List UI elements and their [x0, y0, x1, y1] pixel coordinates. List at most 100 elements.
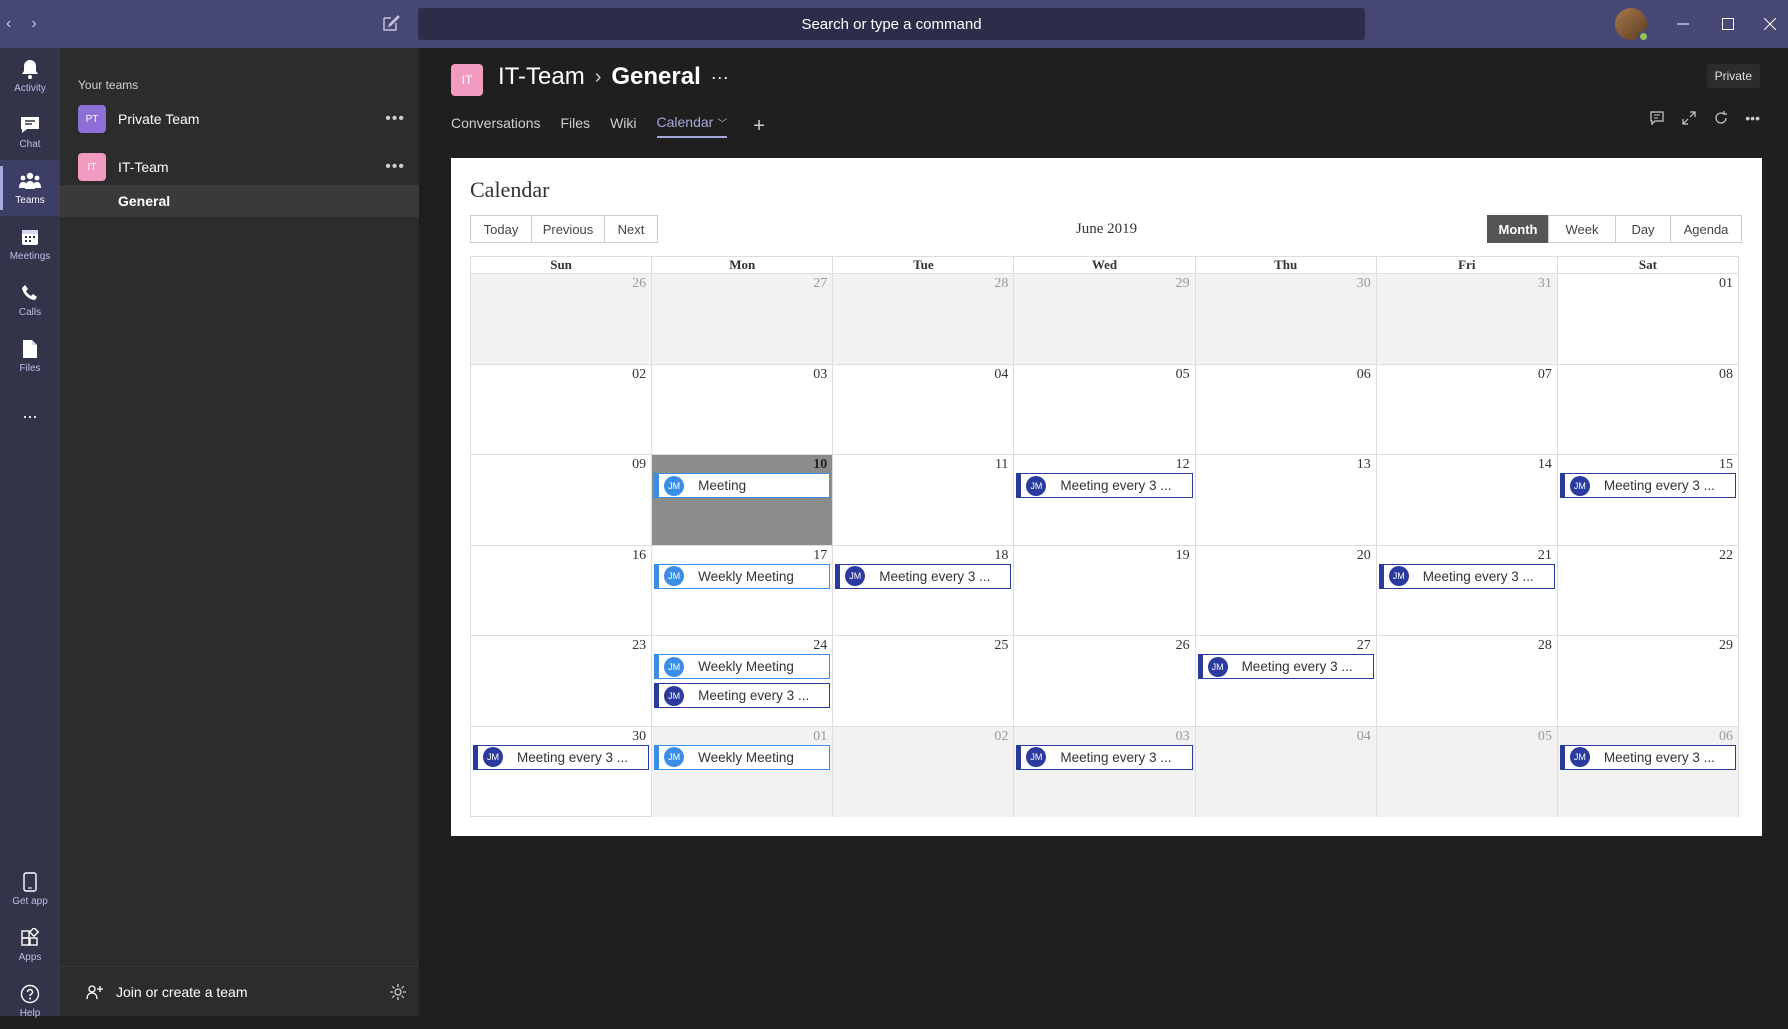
day-cell[interactable]: 26 [1013, 636, 1194, 726]
day-cell[interactable]: 06 [1194, 364, 1376, 454]
rail-teams[interactable]: Teams [0, 160, 60, 216]
day-cell-today[interactable]: 10 JM Meeting [651, 455, 833, 545]
day-cell[interactable]: 27 JM Meeting every 3 ... [1194, 636, 1376, 726]
calendar-event[interactable]: JM Meeting every 3 ... [654, 683, 831, 708]
day-cell[interactable]: 11 [832, 455, 1013, 545]
view-month-button[interactable]: Month [1487, 215, 1549, 243]
add-tab-icon[interactable]: + [753, 115, 765, 138]
rail-apps[interactable]: Apps [0, 917, 60, 973]
rail-get-app[interactable]: Get app [0, 861, 60, 917]
day-cell[interactable]: 01 [1556, 274, 1738, 364]
view-week-button[interactable]: Week [1548, 215, 1616, 243]
calendar-event[interactable]: JM Meeting every 3 ... [835, 563, 1012, 589]
rail-more[interactable]: ... [0, 384, 60, 440]
day-cell[interactable]: 25 [832, 636, 1013, 726]
day-cell[interactable]: 04 [1194, 726, 1376, 817]
tab-wiki[interactable]: Wiki [610, 115, 636, 137]
day-cell[interactable]: 09 [471, 455, 651, 545]
day-cell[interactable]: 22 [1556, 545, 1738, 635]
day-number: 30 [1356, 276, 1371, 291]
day-cell[interactable]: 15 JM Meeting every 3 ... [1556, 455, 1738, 545]
day-cell[interactable]: 14 [1375, 455, 1557, 545]
day-cell[interactable]: 29 [1556, 636, 1738, 726]
day-cell[interactable]: 03 [651, 364, 832, 454]
channel-avatar: IT [451, 64, 483, 96]
day-cell[interactable]: 23 [471, 636, 651, 726]
day-cell[interactable]: 21 JM Meeting every 3 ... [1375, 545, 1557, 635]
day-cell[interactable]: 18 JM Meeting every 3 ... [832, 545, 1013, 635]
calendar-event[interactable]: JM Meeting every 3 ... [1016, 473, 1193, 498]
day-cell[interactable]: 26 [471, 274, 652, 364]
day-cell[interactable]: 30 JM Meeting every 3 ... [471, 727, 651, 818]
minimize-icon[interactable] [1663, 0, 1703, 48]
calendar-event[interactable]: JM Meeting every 3 ... [1378, 563, 1555, 589]
day-cell[interactable]: 05 [1013, 364, 1194, 454]
day-cell[interactable]: 29 [1013, 274, 1195, 364]
expand-icon[interactable] [1681, 110, 1697, 126]
rail-activity[interactable]: Activity [0, 48, 60, 104]
day-cell[interactable]: 12 JM Meeting every 3 ... [1013, 455, 1194, 545]
rail-calls[interactable]: Calls [0, 272, 60, 328]
view-day-button[interactable]: Day [1615, 215, 1671, 243]
chevron-down-icon[interactable]: ﹀ [717, 119, 727, 130]
rail-meetings[interactable]: Meetings [0, 216, 60, 272]
day-cell[interactable]: 03 JM Meeting every 3 ... [1013, 726, 1195, 817]
day-cell[interactable]: 06 JM Meeting every 3 ... [1556, 726, 1738, 817]
forward-icon[interactable]: › [31, 15, 36, 33]
settings-gear-icon[interactable] [389, 983, 407, 1001]
tab-conversations[interactable]: Conversations [451, 115, 541, 137]
calendar-event[interactable]: JM Meeting [654, 473, 831, 498]
day-cell[interactable]: 02 [471, 365, 651, 455]
maximize-icon[interactable] [1708, 0, 1748, 48]
calendar-event[interactable]: JM Meeting every 3 ... [473, 744, 650, 770]
day-cell[interactable]: 24 JM Weekly Meeting JM Meeting every 3 ..… [651, 636, 832, 726]
rail-files[interactable]: Files [0, 328, 60, 384]
rail-chat[interactable]: Chat [0, 104, 60, 160]
day-cell[interactable]: 17 JM Weekly Meeting [651, 545, 832, 635]
day-cell[interactable]: 20 [1194, 545, 1376, 635]
day-cell[interactable]: 05 [1375, 726, 1557, 817]
breadcrumb-team[interactable]: IT-Team [498, 63, 585, 91]
more-options-icon[interactable]: ••• [385, 110, 405, 128]
day-cell[interactable]: 16 [471, 546, 651, 636]
day-cell[interactable]: 30 [1194, 274, 1376, 364]
team-item-it-team[interactable]: IT IT-Team ••• [60, 147, 419, 187]
view-agenda-button[interactable]: Agenda [1670, 215, 1742, 243]
search-input[interactable]: Search or type a command [418, 8, 1365, 40]
day-cell[interactable]: 27 [651, 274, 833, 364]
tab-calendar[interactable]: Calendar ﹀ [656, 114, 728, 138]
day-cell[interactable]: 01 JM Weekly Meeting [651, 726, 833, 817]
day-cell[interactable]: 31 [1375, 274, 1557, 364]
day-cell[interactable]: 04 [832, 364, 1013, 454]
conversation-icon[interactable] [1649, 110, 1665, 126]
rail-help[interactable]: Help [0, 973, 60, 1029]
more-options-icon[interactable]: ••• [385, 158, 405, 176]
calendar-event[interactable]: JM Meeting every 3 ... [1016, 744, 1193, 770]
calendar-event[interactable]: JM Weekly Meeting [654, 654, 831, 679]
weekday-label: Tue [832, 257, 1013, 273]
day-cell[interactable]: 07 [1375, 364, 1557, 454]
more-options-icon[interactable]: ••• [1745, 110, 1760, 126]
calendar-event[interactable]: JM Meeting every 3 ... [1559, 744, 1736, 770]
compose-icon[interactable] [382, 14, 400, 32]
refresh-icon[interactable] [1713, 110, 1729, 126]
back-icon[interactable]: ‹ [6, 15, 11, 33]
your-teams-heading: Your teams [78, 78, 139, 92]
calendar-event[interactable]: JM Weekly Meeting [654, 563, 831, 589]
team-item-private-team[interactable]: PT Private Team ••• [60, 99, 419, 139]
channel-item-general[interactable]: General [60, 185, 419, 217]
tab-files[interactable]: Files [561, 115, 591, 137]
calendar-event[interactable]: JM Meeting every 3 ... [1559, 473, 1736, 498]
day-cell[interactable]: 02 [832, 726, 1014, 817]
day-cell[interactable]: 19 [1013, 545, 1194, 635]
day-cell[interactable]: 13 [1194, 455, 1376, 545]
calendar-event[interactable]: JM Weekly Meeting [654, 744, 831, 770]
join-or-create-team[interactable]: Join or create a team [60, 966, 419, 1016]
more-options-icon[interactable]: ··· [711, 67, 729, 88]
day-cell[interactable]: 28 [1375, 636, 1557, 726]
day-cell[interactable]: 08 [1556, 364, 1738, 454]
calendar-event[interactable]: JM Meeting every 3 ... [1197, 654, 1374, 679]
day-cell[interactable]: 28 [832, 274, 1014, 364]
user-avatar[interactable] [1615, 8, 1649, 42]
close-icon[interactable] [1750, 0, 1788, 48]
